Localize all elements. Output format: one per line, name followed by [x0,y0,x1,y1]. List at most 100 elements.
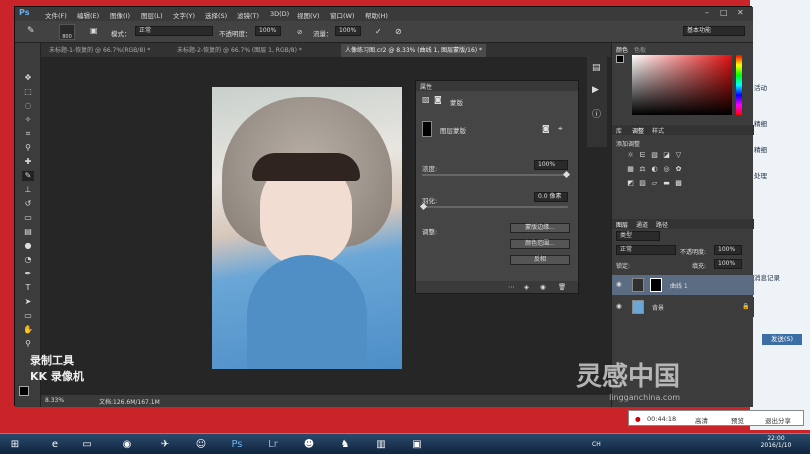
menu-help[interactable]: 帮助(H) [365,10,388,20]
threshold-adj-icon[interactable]: ▱ [650,179,659,188]
menu-view[interactable]: 视图(V) [297,10,320,20]
app-icon[interactable]: ☺ [190,434,212,454]
maximize-icon[interactable]: □ [720,8,728,17]
history-panel-icon[interactable]: ▤ [592,63,601,73]
doc-tab[interactable]: 未标题-1-恢复的 @ 66.7%(RGB/8) * [45,44,154,57]
chat-item[interactable]: 精细 [754,144,810,158]
menu-image[interactable]: 图像(I) [110,10,130,20]
type-tool-icon[interactable]: T [22,283,34,293]
dodge-tool-icon[interactable]: ◔ [22,255,34,265]
color-balance-adj-icon[interactable]: ⚖ [638,165,647,174]
explorer-icon[interactable]: ▭ [76,434,98,454]
airbrush-icon[interactable]: ✓ [375,27,382,36]
apply-mask-icon[interactable]: ◈ [524,283,529,291]
swatches-tab[interactable]: 色板 [634,45,646,54]
tab-channels[interactable]: 通道 [636,220,648,229]
menu-window[interactable]: 窗口(W) [330,10,355,20]
posterize-adj-icon[interactable]: ▨ [638,179,647,188]
pressure-icon[interactable]: ⊘ [297,28,302,36]
zoom-readout[interactable]: 8.33% [45,397,64,404]
ie-icon[interactable]: e [44,434,66,454]
tab-adjustments[interactable]: 调整 [632,126,644,135]
minimize-icon[interactable]: – [705,8,709,17]
start-button-icon[interactable]: ⊞ [4,434,26,454]
visibility-icon[interactable]: ◉ [540,283,546,291]
mode-select[interactable]: 正常 [135,26,213,36]
layer-opacity-input[interactable]: 100% [714,245,742,255]
menu-filter[interactable]: 滤镜(T) [237,10,259,20]
invert-button[interactable]: 反相 [510,255,570,265]
fill-input[interactable]: 100% [714,259,742,269]
exit-share-button[interactable]: 退出分享 [765,415,791,425]
opacity-input[interactable]: 100% [255,26,281,36]
shape-tool-icon[interactable]: ▭ [22,311,34,321]
tab-styles[interactable]: 样式 [652,126,664,135]
feiqiu-icon[interactable]: ✈ [154,434,176,454]
layer-mask-thumb[interactable] [650,278,662,292]
send-button[interactable]: 发送(S) [762,334,802,345]
channel-mixer-adj-icon[interactable]: ✿ [674,165,683,174]
brightness-adj-icon[interactable]: ☼ [626,151,635,160]
chat-item[interactable]: 处理 [754,170,810,184]
zoom-tool-icon[interactable]: ⚲ [22,339,34,349]
color-range-button[interactable]: 颜色范围... [510,239,570,249]
feather-slider[interactable] [422,206,568,208]
crop-tool-icon[interactable]: ⌗ [22,129,34,139]
brush-size-picker[interactable]: 800 [59,24,75,40]
doc-tab[interactable]: 未标题-2-恢复的 @ 66.7% (图层 1, RGB/8) * [173,44,306,57]
brush-tool-icon[interactable]: ✎ [22,171,34,181]
hue-sat-adj-icon[interactable]: ▦ [626,165,635,174]
workspace-select[interactable]: 基本功能 [683,26,745,36]
visibility-eye-icon[interactable]: ◉ [616,280,622,288]
menu-edit[interactable]: 编辑(E) [77,10,99,20]
curves-adj-icon[interactable]: ▧ [650,151,659,160]
exposure-adj-icon[interactable]: ◪ [662,151,671,160]
flow-input[interactable]: 100% [335,26,361,36]
gradient-map-adj-icon[interactable]: ▬ [662,179,671,188]
delete-icon[interactable]: 🗑 [558,283,566,291]
invert-adj-icon[interactable]: ◩ [626,179,635,188]
chat-item[interactable]: 精细 [754,118,810,132]
fg-color-swatch[interactable] [616,55,624,63]
photo-filter-adj-icon[interactable]: ◎ [662,165,671,174]
mask-edge-button[interactable]: 蒙版边缘... [510,223,570,233]
hd-button[interactable]: 高清 [695,415,708,425]
menu-layer[interactable]: 图层(L) [141,10,163,20]
load-selection-icon[interactable]: ⋯ [508,283,515,291]
color-picker-field[interactable] [632,55,732,115]
image-viewer-icon[interactable]: ▣ [406,434,428,454]
vector-mask-icon[interactable]: ◙ [434,95,442,104]
tab-paths[interactable]: 路径 [656,220,668,229]
pressure-size-icon[interactable]: ⊘ [395,27,402,36]
color-tab[interactable]: 颜色 [616,45,628,54]
lasso-tool-icon[interactable]: ◌ [22,101,34,111]
chat-history-link[interactable]: 消息记录 [754,272,810,286]
vector-add-icon[interactable]: ⌖ [558,124,563,134]
vibrance-adj-icon[interactable]: ▽ [674,151,683,160]
close-icon[interactable]: ✕ [737,8,744,17]
quick-select-tool-icon[interactable]: ✧ [22,115,34,125]
layer-filter-select[interactable]: 类型 [616,231,660,241]
bw-adj-icon[interactable]: ◐ [650,165,659,174]
chat-item[interactable]: 活动 [754,82,810,96]
tab-library[interactable]: 库 [616,126,622,135]
feather-input[interactable]: 0.0 像素 [534,192,568,202]
chart-icon[interactable]: ▥ [370,434,392,454]
actions-panel-icon[interactable]: ▶ [592,85,599,95]
selective-color-adj-icon[interactable]: ▩ [674,179,683,188]
eyedropper-tool-icon[interactable]: ⚲ [22,143,34,153]
clock[interactable]: 22:00 2016/1/10 [756,435,796,449]
healing-tool-icon[interactable]: ✚ [22,157,34,167]
layer-row-curves[interactable]: ◉ 曲线 1 [612,275,754,295]
blur-tool-icon[interactable]: ● [22,241,34,251]
language-indicator[interactable]: CH [592,441,601,448]
move-tool-icon[interactable]: ✥ [22,73,34,83]
qq-icon[interactable]: ♞ [334,434,356,454]
pen-tool-icon[interactable]: ✒ [22,269,34,279]
density-slider[interactable] [422,174,568,176]
blend-mode-select[interactable]: 正常 [616,245,676,255]
menu-select[interactable]: 选择(S) [205,10,227,20]
density-slider-knob[interactable] [562,170,571,179]
tab-layers[interactable]: 图层 [616,220,628,229]
menu-type[interactable]: 文字(Y) [173,10,195,20]
